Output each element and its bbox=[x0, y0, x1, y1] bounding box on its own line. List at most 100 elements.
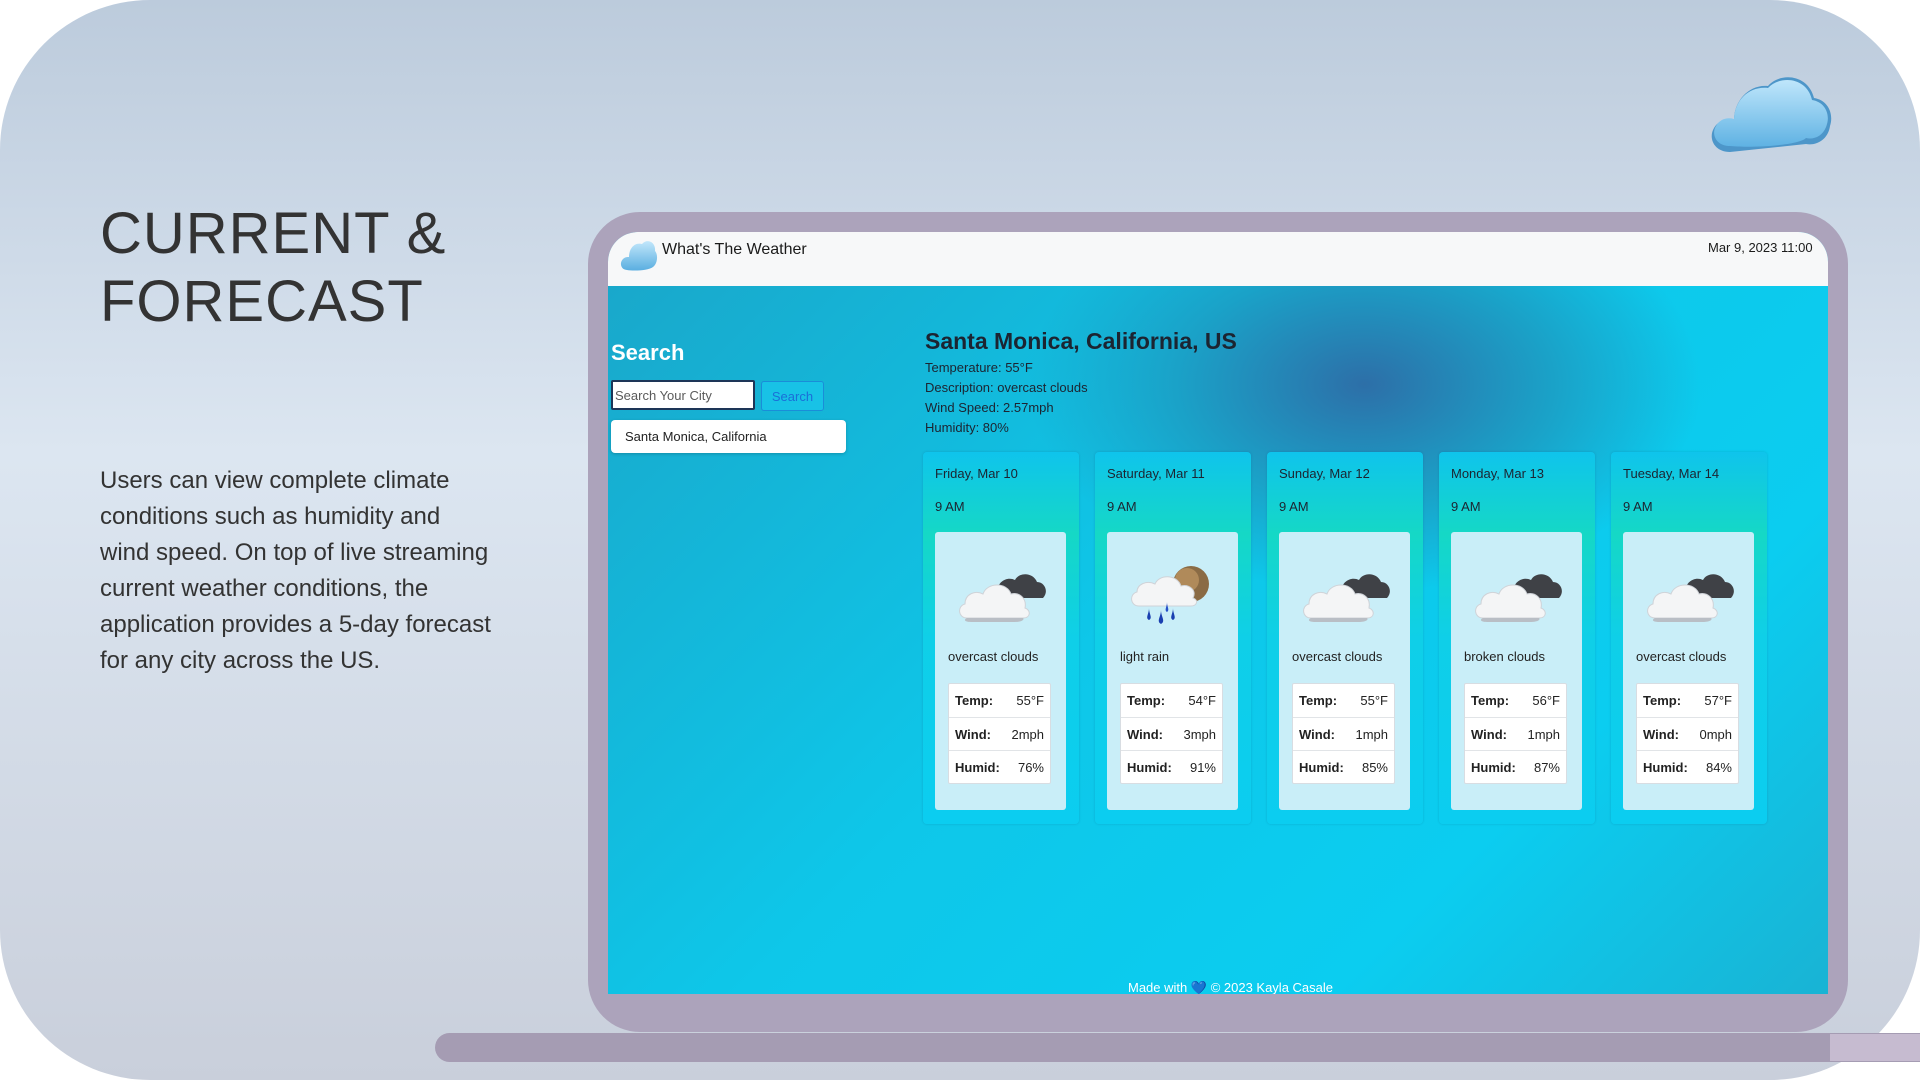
description-line: conditions such as humidity and bbox=[100, 503, 441, 530]
heading-line: CURRENT & bbox=[100, 201, 447, 266]
forecast-card: Tuesday, Mar 14 9 AM overcast clouds Tem… bbox=[1611, 452, 1767, 824]
forecast-time: 9 AM bbox=[1279, 499, 1309, 514]
stat-value: 57°F bbox=[1704, 693, 1732, 708]
search-heading: Search bbox=[611, 340, 685, 365]
stat-label: Temp: bbox=[1127, 693, 1166, 708]
forecast-panel: overcast clouds Temp: 55°F Wind: 2mph Humi… bbox=[935, 532, 1066, 810]
stat-row-wind: Wind: 1mph bbox=[1465, 717, 1566, 751]
stat-value: 55°F bbox=[1360, 693, 1388, 708]
stat-value: 1mph bbox=[1355, 727, 1388, 742]
stat-label: Temp: bbox=[955, 693, 994, 708]
footer-copyright: © 2023 Kayla Casale bbox=[1210, 980, 1334, 994]
search-suggestion-item[interactable]: Santa Monica, California bbox=[611, 420, 846, 453]
forecast-date: Sunday, Mar 12 bbox=[1279, 466, 1370, 481]
stat-value: 56°F bbox=[1532, 693, 1560, 708]
light-rain-icon bbox=[1131, 566, 1209, 624]
description-line: application provides a 5-day forecast bbox=[100, 611, 491, 638]
forecast-description: overcast clouds bbox=[948, 649, 1039, 664]
navbar: What's The Weather Mar 9, 2023 11:00 bbox=[608, 232, 1828, 286]
overcast-clouds-icon bbox=[1303, 574, 1390, 622]
forecast-card: Friday, Mar 10 9 AM overcast clouds Temp… bbox=[923, 452, 1079, 824]
cloud-icon[interactable] bbox=[620, 236, 658, 272]
forecast-stats-table: Temp: 57°F Wind: 0mph Humid: 84% bbox=[1636, 683, 1739, 784]
footer-credit: Made with 💙 © 2023 Kayla Casale bbox=[1128, 980, 1333, 994]
forecast-time: 9 AM bbox=[1451, 499, 1481, 514]
stat-value: 87% bbox=[1533, 760, 1560, 775]
heading-line: FORECAST bbox=[100, 269, 424, 334]
description-line: Users can view complete climate bbox=[100, 467, 450, 494]
stat-row-wind: Wind: 3mph bbox=[1121, 717, 1222, 751]
stat-label: Humid: bbox=[1643, 760, 1688, 775]
current-description: Description: overcast clouds bbox=[925, 380, 1088, 395]
footer-prefix: Made with bbox=[1128, 980, 1188, 994]
forecast-description: light rain bbox=[1120, 649, 1170, 664]
stat-label: Wind: bbox=[955, 727, 991, 742]
forecast-description: broken clouds bbox=[1464, 649, 1545, 664]
app-title[interactable]: What's The Weather bbox=[662, 241, 807, 259]
stat-label: Wind: bbox=[1471, 727, 1507, 742]
stat-row-wind: Wind: 2mph bbox=[949, 717, 1050, 751]
current-city: Santa Monica, California, US bbox=[925, 328, 1237, 354]
search-button[interactable]: Search bbox=[761, 381, 824, 411]
cloud-icon bbox=[1711, 77, 1832, 152]
stat-row-wind: Wind: 1mph bbox=[1293, 717, 1394, 751]
stat-row-temp: Temp: 57°F bbox=[1637, 684, 1738, 717]
stat-label: Humid: bbox=[955, 760, 1000, 775]
laptop-base bbox=[435, 1033, 1920, 1062]
forecast-card: Monday, Mar 13 9 AM broken clouds Temp: 5… bbox=[1439, 452, 1595, 824]
stat-value: 84% bbox=[1705, 760, 1732, 775]
current-temperature: Temperature: 55°F bbox=[925, 360, 1033, 375]
forecast-description: overcast clouds bbox=[1636, 649, 1727, 664]
forecast-date: Tuesday, Mar 14 bbox=[1623, 466, 1720, 481]
stat-row-temp: Temp: 56°F bbox=[1465, 684, 1566, 717]
stat-value: 54°F bbox=[1188, 693, 1216, 708]
slide-description: Users can view complete climate conditio… bbox=[100, 463, 520, 679]
stat-label: Wind: bbox=[1127, 727, 1163, 742]
stat-label: Temp: bbox=[1299, 693, 1338, 708]
heart-icon: 💙 bbox=[1190, 980, 1208, 994]
laptop-base-edge bbox=[1830, 1034, 1920, 1061]
forecast-date: Friday, Mar 10 bbox=[935, 466, 1018, 481]
forecast-date: Saturday, Mar 11 bbox=[1107, 466, 1205, 481]
stat-value: 1mph bbox=[1527, 727, 1560, 742]
overcast-clouds-icon bbox=[959, 574, 1046, 622]
stat-row-humid: Humid: 84% bbox=[1637, 750, 1738, 784]
overcast-clouds-icon bbox=[1647, 574, 1734, 622]
app-screen: What's The Weather Mar 9, 2023 11:00 Sea… bbox=[608, 232, 1828, 994]
forecast-card: Sunday, Mar 12 9 AM overcast clouds Temp… bbox=[1267, 452, 1423, 824]
stat-row-humid: Humid: 91% bbox=[1121, 750, 1222, 784]
stat-row-humid: Humid: 76% bbox=[949, 750, 1050, 784]
forecast-card: Saturday, Mar 11 9 AM light rain Temp: 54… bbox=[1095, 452, 1251, 824]
city-search-input[interactable] bbox=[611, 380, 755, 410]
forecast-panel: overcast clouds Temp: 55°F Wind: 1mph Humi… bbox=[1279, 532, 1410, 810]
stat-row-humid: Humid: 85% bbox=[1293, 750, 1394, 784]
forecast-time: 9 AM bbox=[1107, 499, 1137, 514]
broken-clouds-icon bbox=[1475, 574, 1562, 622]
stat-value: 85% bbox=[1361, 760, 1388, 775]
forecast-stats-table: Temp: 54°F Wind: 3mph Humid: 91% bbox=[1120, 683, 1223, 784]
forecast-time: 9 AM bbox=[1623, 499, 1653, 514]
stat-label: Wind: bbox=[1643, 727, 1679, 742]
stat-row-wind: Wind: 0mph bbox=[1637, 717, 1738, 751]
description-line: for any city across the US. bbox=[100, 647, 381, 674]
stat-row-temp: Temp: 55°F bbox=[949, 684, 1050, 717]
stat-value: 91% bbox=[1189, 760, 1216, 775]
forecast-stats-table: Temp: 55°F Wind: 1mph Humid: 85% bbox=[1292, 683, 1395, 784]
description-line: current weather conditions, the bbox=[100, 575, 429, 602]
stat-label: Humid: bbox=[1299, 760, 1344, 775]
stat-value: 3mph bbox=[1183, 727, 1216, 742]
forecast-panel: overcast clouds Temp: 57°F Wind: 0mph Humi… bbox=[1623, 532, 1754, 810]
stat-value: 2mph bbox=[1011, 727, 1044, 742]
forecast-time: 9 AM bbox=[935, 499, 965, 514]
stat-label: Temp: bbox=[1471, 693, 1510, 708]
forecast-stats-table: Temp: 56°F Wind: 1mph Humid: 87% bbox=[1464, 683, 1567, 784]
stat-row-humid: Humid: 87% bbox=[1465, 750, 1566, 784]
forecast-date: Monday, Mar 13 bbox=[1451, 466, 1544, 481]
current-humidity: Humidity: 80% bbox=[925, 420, 1009, 435]
stat-label: Humid: bbox=[1471, 760, 1516, 775]
current-wind: Wind Speed: 2.57mph bbox=[925, 400, 1054, 415]
forecast-description: overcast clouds bbox=[1292, 649, 1383, 664]
stat-label: Temp: bbox=[1643, 693, 1682, 708]
stat-value: 55°F bbox=[1016, 693, 1044, 708]
forecast-panel: light rain Temp: 54°F Wind: 3mph Humid: 91% bbox=[1107, 532, 1238, 810]
